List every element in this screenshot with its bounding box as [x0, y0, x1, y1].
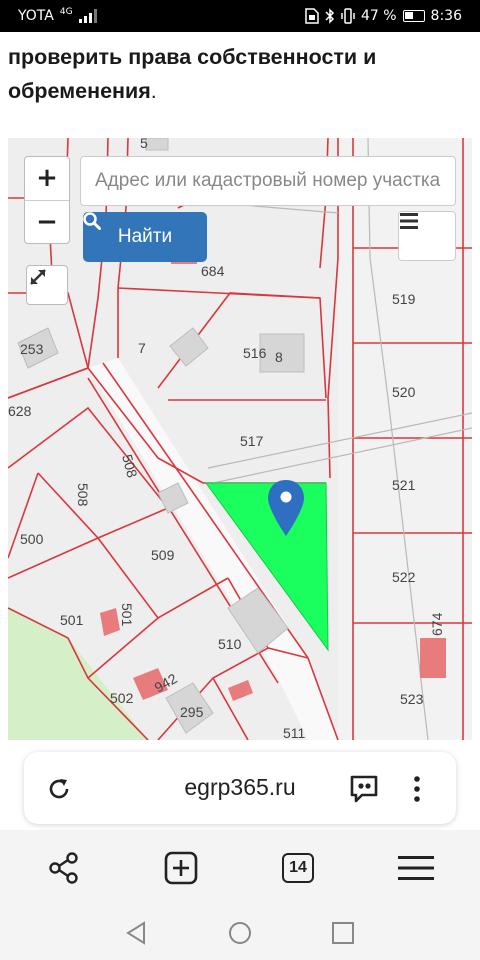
- clock: 8:36: [430, 8, 462, 24]
- new-tab-button[interactable]: [161, 848, 201, 888]
- parcel-label: 510: [218, 636, 242, 652]
- parcel-label: 522: [392, 569, 416, 585]
- parcel-label: 8: [275, 349, 283, 365]
- parcel-label: 509: [151, 547, 175, 563]
- new-tab-icon: [164, 851, 198, 885]
- zoom-out-button[interactable]: −: [25, 201, 69, 244]
- parcel-label: 521: [392, 477, 416, 493]
- layers-menu-button[interactable]: [398, 211, 456, 261]
- search-icon: [83, 212, 101, 230]
- fullscreen-button[interactable]: [26, 265, 68, 305]
- parcel-label: 7: [138, 340, 146, 356]
- tabs-count: 14: [289, 859, 307, 876]
- back-icon[interactable]: [124, 920, 150, 946]
- more-vertical-icon[interactable]: [412, 774, 422, 804]
- browser-toolbar: 14: [0, 830, 480, 906]
- search-button[interactable]: Найти: [83, 212, 207, 262]
- zoom-in-button[interactable]: +: [25, 157, 69, 200]
- article-paragraph: проверить права собственности и обремене…: [8, 45, 377, 103]
- battery-icon: [402, 10, 425, 22]
- article-text: проверить права собственности и обремене…: [8, 40, 472, 108]
- battery-percent: 47 %: [360, 8, 397, 24]
- url-text[interactable]: egrp365.ru: [24, 774, 456, 801]
- parcel-label: 501: [119, 603, 135, 627]
- hamburger-icon: [400, 213, 418, 229]
- expand-icon: [30, 269, 46, 285]
- vibrate-icon: [341, 8, 355, 24]
- parcel-label: 5: [140, 138, 148, 151]
- share-button[interactable]: [44, 848, 84, 888]
- chat-quote-icon[interactable]: [348, 774, 380, 804]
- parcel-label: 516: [243, 345, 267, 361]
- article-end-punct: .: [150, 79, 157, 103]
- parcel-label: 520: [392, 384, 416, 400]
- bluetooth-icon: [325, 8, 335, 24]
- status-bar-right: 47 % 8:36: [305, 8, 462, 24]
- system-navigation-bar: [0, 906, 480, 960]
- parcel-label: 501: [60, 612, 84, 628]
- article-snippet: проверить права собственности и обремене…: [0, 32, 480, 138]
- screen: YOTA 4G 47 % 8:36 проверить права собств…: [0, 0, 480, 960]
- recents-icon[interactable]: [330, 920, 356, 946]
- search-button-label: Найти: [117, 226, 173, 247]
- signal-icon: [78, 9, 97, 23]
- home-icon[interactable]: [227, 920, 253, 946]
- parcel-label: 500: [20, 531, 44, 547]
- menu-button[interactable]: [396, 848, 436, 888]
- sim-icon: [305, 8, 319, 24]
- parcel-label: 523: [400, 691, 424, 707]
- share-icon: [49, 852, 78, 884]
- status-bar-left: YOTA 4G: [18, 7, 97, 24]
- menu-icon: [398, 856, 434, 880]
- parcel-label: 295: [180, 704, 204, 720]
- tabs-button[interactable]: 14: [278, 848, 318, 888]
- parcel-label: 502: [110, 690, 134, 706]
- parcel-label: 519: [392, 291, 416, 307]
- parcel-label: 628: [8, 403, 32, 419]
- parcel-label: 508: [75, 483, 91, 507]
- battery-level-fill: [404, 12, 413, 19]
- cadastral-map[interactable]: 5 684 7 516 8 253 628 519 520 517 521 50…: [8, 138, 472, 740]
- network-type: 4G: [59, 7, 73, 17]
- status-bar: YOTA 4G 47 % 8:36: [0, 0, 480, 32]
- tabs-icon: 14: [282, 853, 314, 883]
- parcel-label: 511: [283, 725, 306, 740]
- parcel-label: 253: [20, 341, 44, 357]
- parcel-label: 684: [201, 263, 225, 279]
- zoom-control: + −: [24, 156, 70, 244]
- parcel-label: 674: [429, 612, 445, 636]
- carrier-name: YOTA: [18, 8, 54, 24]
- address-search-input[interactable]: [80, 156, 456, 206]
- browser-address-bar[interactable]: egrp365.ru: [24, 752, 456, 824]
- parcel-label: 517: [240, 433, 264, 449]
